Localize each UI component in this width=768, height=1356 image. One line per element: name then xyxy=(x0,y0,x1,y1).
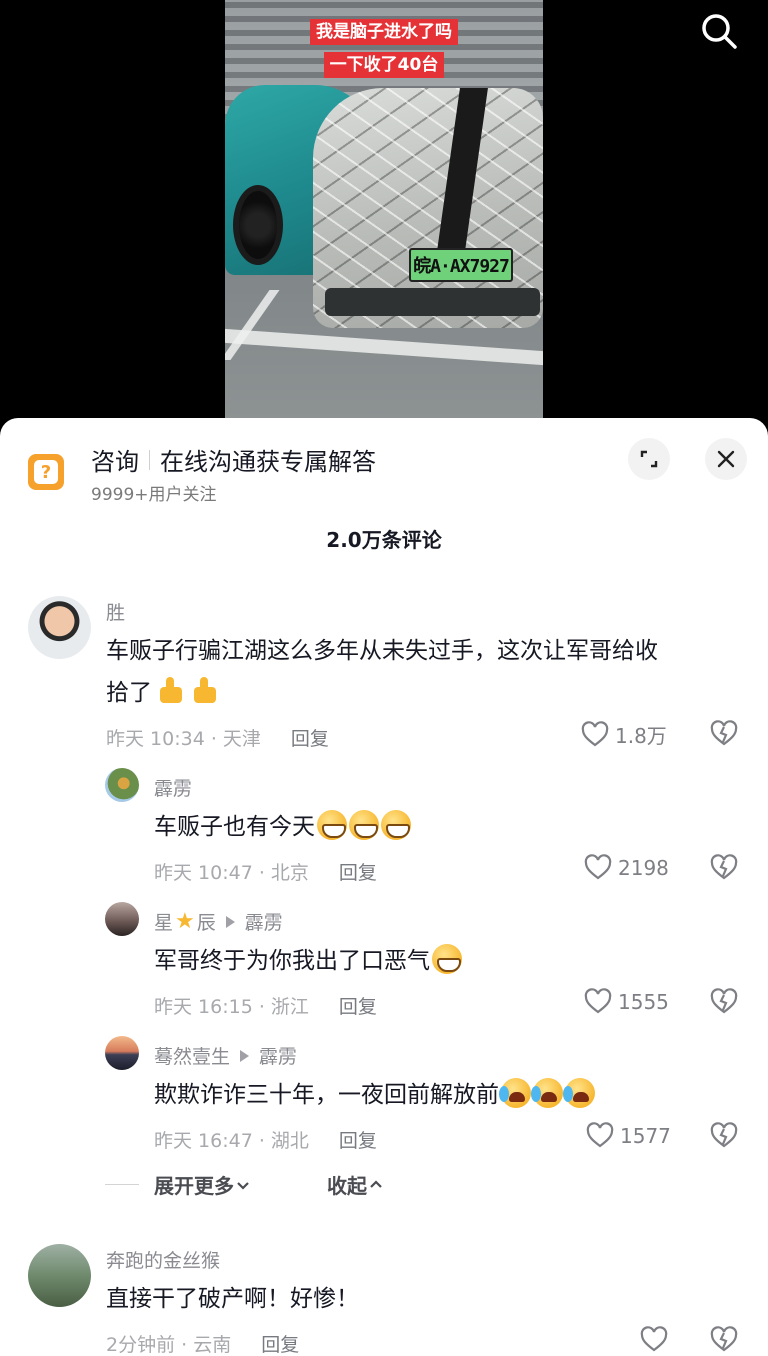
dislike-button[interactable] xyxy=(710,854,738,886)
comment-username[interactable]: 蓦然壹生 霹雳 xyxy=(154,1042,297,1069)
consult-followers: 9999+用户关注 xyxy=(91,485,217,505)
dislike-button[interactable] xyxy=(710,988,738,1020)
wrapped-car xyxy=(313,88,543,328)
broken-heart-icon xyxy=(710,720,738,746)
dislike-button[interactable] xyxy=(710,1122,738,1154)
broken-heart-icon xyxy=(710,988,738,1014)
like-button[interactable] xyxy=(640,1326,674,1354)
like-button[interactable]: 1577 xyxy=(586,1122,671,1150)
consult-icon: ? xyxy=(28,454,64,490)
reply-arrow-icon xyxy=(240,1049,250,1062)
grin-emoji-icon xyxy=(317,810,347,840)
comment-meta: 2分钟前 · 云南 回复 xyxy=(106,1330,299,1356)
heart-icon xyxy=(640,1326,668,1352)
star-emoji-icon: ★ xyxy=(175,909,195,934)
video-caption-line1: 我是脑子进水了吗 xyxy=(225,19,543,45)
video-player[interactable]: 皖A·AX7927 我是脑子进水了吗 一下收了40台 xyxy=(0,0,768,430)
comment-meta: 昨天 10:47 · 北京 回复 xyxy=(154,858,377,885)
chevron-up-icon xyxy=(370,1179,382,1188)
laugh-cry-emoji-icon xyxy=(531,1078,563,1108)
comment-meta: 昨天 16:47 · 湖北 回复 xyxy=(154,1126,377,1153)
close-icon xyxy=(717,450,735,468)
dislike-button[interactable] xyxy=(710,1326,738,1356)
comment-text: 直接干了破产啊！好惨！ xyxy=(106,1286,359,1312)
reply-button[interactable]: 回复 xyxy=(291,724,329,751)
parking-line xyxy=(225,328,543,366)
broken-heart-icon xyxy=(710,854,738,880)
like-button[interactable]: 1555 xyxy=(584,988,669,1016)
comment-username[interactable]: 星 ★ 辰 霹雳 xyxy=(154,908,283,935)
heart-icon xyxy=(584,854,612,880)
like-button[interactable]: 2198 xyxy=(584,854,669,882)
comment-count: 2.0万条评论 xyxy=(326,528,442,552)
broken-heart-icon xyxy=(710,1122,738,1148)
comment-text: 车贩子也有今天 xyxy=(154,806,411,848)
laugh-cry-emoji-icon xyxy=(499,1078,531,1108)
broken-heart-icon xyxy=(710,1326,738,1352)
video-frame[interactable]: 皖A·AX7927 我是脑子进水了吗 一下收了40台 xyxy=(225,0,543,418)
parking-line xyxy=(225,290,280,360)
dislike-button[interactable] xyxy=(710,720,738,752)
video-caption-line2: 一下收了40台 xyxy=(225,52,543,78)
car-wheel xyxy=(233,185,283,265)
close-button[interactable] xyxy=(705,438,747,480)
collapse-button[interactable]: 收起 xyxy=(327,1170,385,1199)
comment-username[interactable]: 霹雳 xyxy=(154,774,192,801)
reply-button[interactable]: 回复 xyxy=(261,1330,299,1356)
search-icon xyxy=(702,14,737,49)
search-button[interactable] xyxy=(697,9,741,53)
heart-icon xyxy=(586,1122,614,1148)
thumbs-up-icon xyxy=(156,675,186,705)
expand-more-button[interactable]: 展开更多 xyxy=(154,1170,252,1199)
divider xyxy=(149,449,150,470)
comment-text: 欺欺诈诈三十年，一夜回前解放前 xyxy=(154,1074,595,1116)
reply-arrow-icon xyxy=(225,915,235,928)
reply-button[interactable]: 回复 xyxy=(339,992,377,1019)
comment-text: 军哥终于为你我出了口恶气 xyxy=(154,940,462,982)
avatar[interactable] xyxy=(105,902,139,936)
heart-icon xyxy=(584,988,612,1014)
comment-text: 车贩子行骗江湖这么多年从未失过手，这次让军哥给收 拾了 xyxy=(106,638,658,706)
grin-emoji-icon xyxy=(432,944,462,974)
comment-username[interactable]: 奔跑的金丝猴 xyxy=(106,1246,220,1273)
thumbs-up-icon xyxy=(190,675,220,705)
laugh-cry-emoji-icon xyxy=(563,1078,595,1108)
comment-meta: 昨天 10:34 · 天津 回复 xyxy=(106,724,329,751)
grin-emoji-icon xyxy=(381,810,411,840)
avatar[interactable] xyxy=(28,596,91,659)
license-plate: 皖A·AX7927 xyxy=(409,248,513,282)
car-grille xyxy=(325,288,540,316)
avatar[interactable] xyxy=(105,1036,139,1070)
reply-button[interactable]: 回复 xyxy=(339,858,377,885)
comment-username[interactable]: 胜 xyxy=(106,598,125,625)
avatar[interactable] xyxy=(105,768,139,802)
avatar[interactable] xyxy=(28,1244,91,1307)
comment-sheet: ? 咨询 在线沟通获专属解答 9999+用户关注 2.0万条评论 胜 车贩子行骗… xyxy=(0,418,768,1356)
reply-button[interactable]: 回复 xyxy=(339,1126,377,1153)
thread-controls: 展开更多 收起 xyxy=(105,1170,385,1199)
comment-meta: 昨天 16:15 · 浙江 回复 xyxy=(154,992,377,1019)
chevron-down-icon xyxy=(237,1181,249,1190)
grin-emoji-icon xyxy=(349,810,379,840)
divider xyxy=(105,1184,139,1185)
consult-title: 咨询 在线沟通获专属解答 xyxy=(91,448,376,476)
like-button[interactable]: 1.8万 xyxy=(581,720,667,749)
expand-icon xyxy=(640,450,658,468)
expand-button[interactable] xyxy=(628,438,670,480)
heart-icon xyxy=(581,720,609,746)
